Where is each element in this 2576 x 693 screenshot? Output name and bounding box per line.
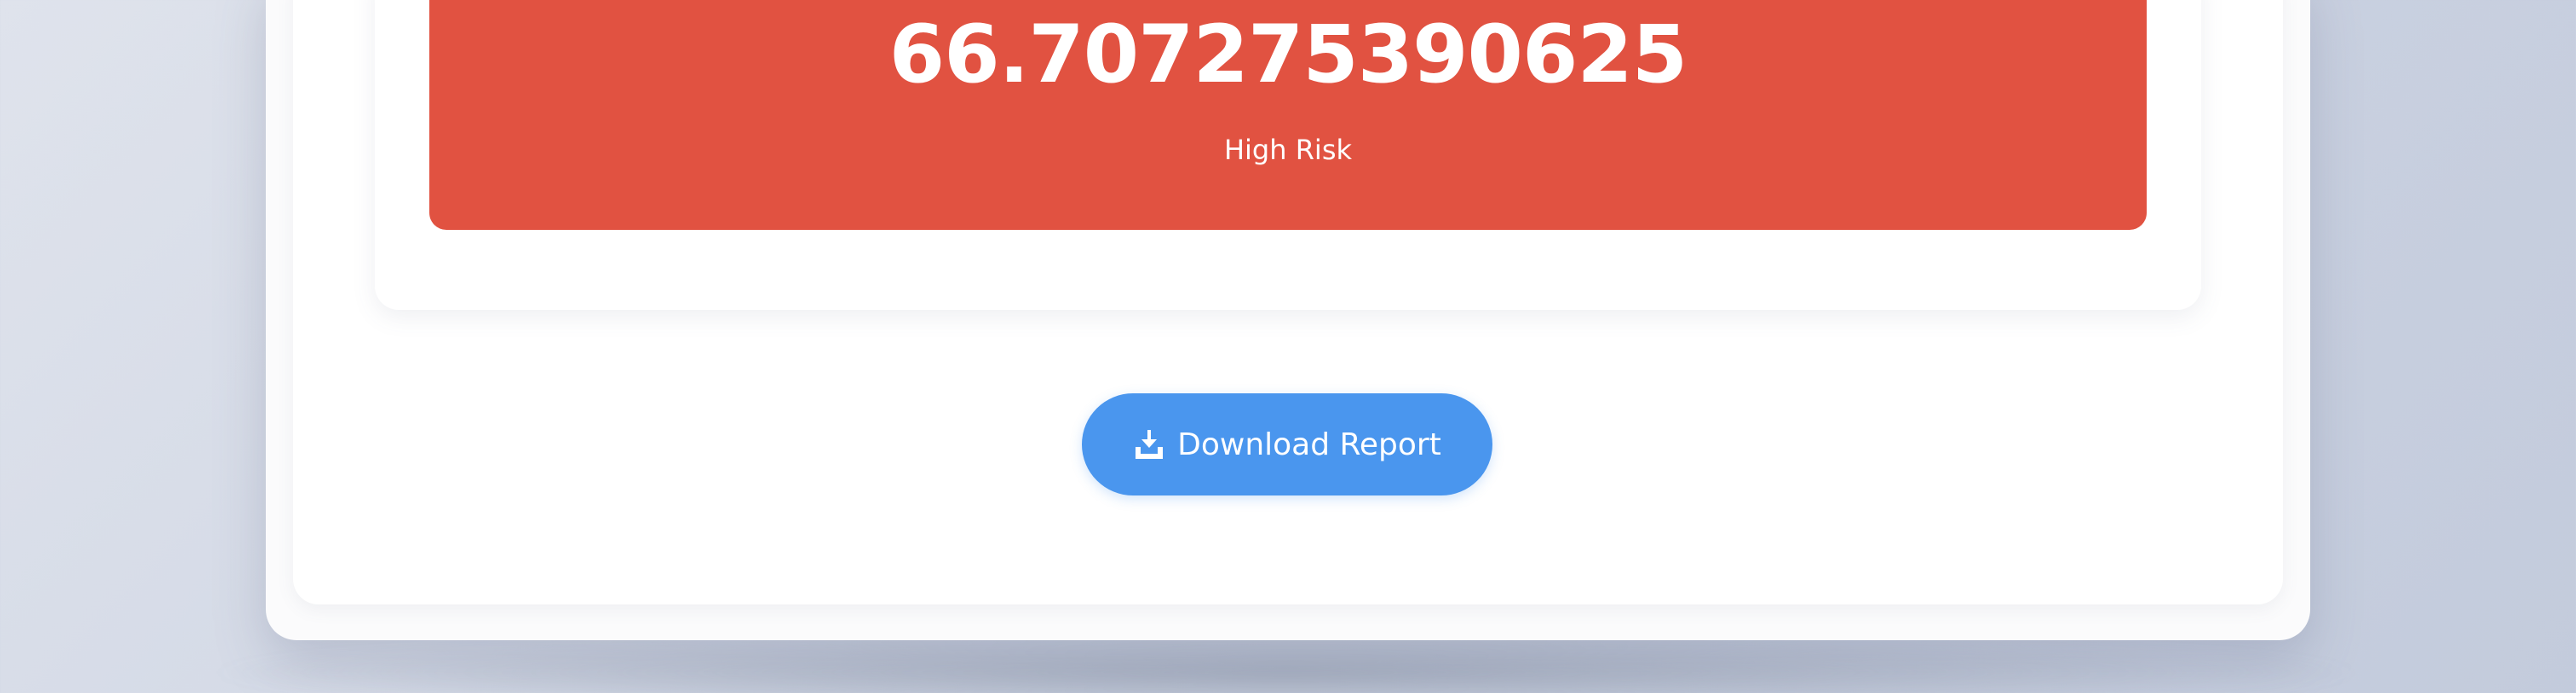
- risk-level-label: High Risk: [1223, 134, 1353, 166]
- download-report-button[interactable]: Download Report: [1082, 393, 1492, 495]
- risk-score-box: 66.707275390625 High Risk: [429, 0, 2147, 230]
- risk-score-value: 66.707275390625: [888, 9, 1688, 101]
- download-icon: [1133, 428, 1165, 461]
- download-report-label: Download Report: [1177, 427, 1441, 462]
